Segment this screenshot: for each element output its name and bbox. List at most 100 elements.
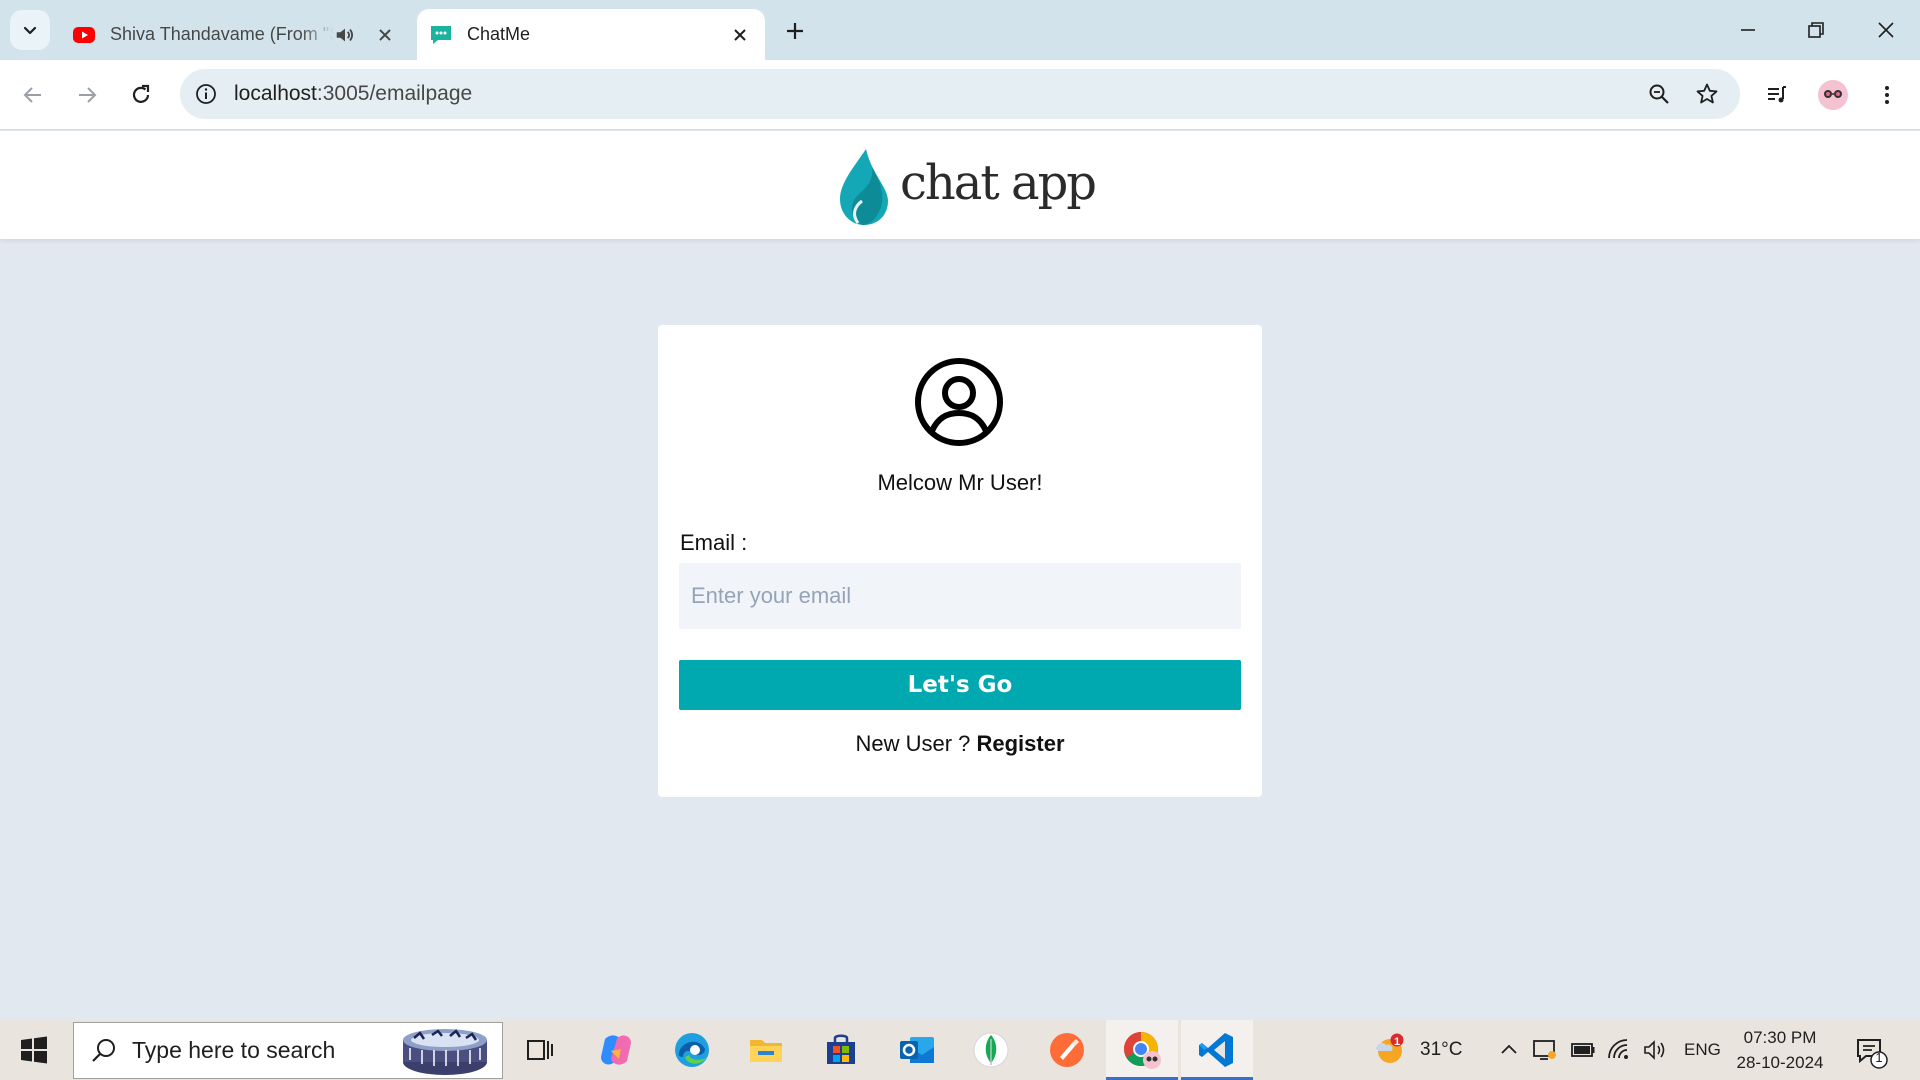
battery-icon <box>1571 1043 1595 1057</box>
playlist-music-icon <box>1768 86 1786 103</box>
battery-status[interactable] <box>1570 1020 1596 1080</box>
chevron-up-icon <box>1501 1044 1517 1054</box>
bookmark-button[interactable] <box>1692 79 1722 109</box>
chevron-down-icon <box>23 26 37 35</box>
user-circle-icon <box>915 358 1003 446</box>
task-view-icon <box>527 1040 553 1060</box>
copilot-app[interactable] <box>594 1028 638 1072</box>
windows-taskbar: Type here to search 1 31°C ENG 07:30 PM … <box>0 1020 1920 1080</box>
back-button[interactable] <box>16 78 50 112</box>
mongodb-compass-app[interactable] <box>969 1028 1013 1072</box>
profile-button[interactable] <box>1816 78 1850 112</box>
vscode-app[interactable] <box>1181 1020 1253 1080</box>
tab-chatme[interactable]: ChatMe <box>417 9 765 60</box>
speaker-icon[interactable] <box>334 24 356 46</box>
taskbar-search[interactable]: Type here to search <box>73 1022 503 1079</box>
star-icon <box>1696 83 1718 104</box>
show-hidden-icons-button[interactable] <box>1498 1020 1520 1080</box>
zoom-button[interactable] <box>1644 79 1674 109</box>
weather-badge-count: 1 <box>1393 1036 1401 1048</box>
email-field[interactable] <box>679 563 1241 629</box>
media-controls-button[interactable] <box>1760 78 1794 112</box>
app-header: chat app <box>0 131 1920 239</box>
taskbar-tray-app[interactable] <box>1532 1020 1558 1080</box>
new-user-text: New User ? <box>855 731 971 756</box>
system-clock[interactable]: 07:30 PM 28-10-2024 <box>1730 1025 1830 1075</box>
close-icon <box>1878 22 1894 38</box>
login-card: Melcow Mr User! Email : Let's Go New Use… <box>658 325 1262 797</box>
start-button[interactable] <box>14 1034 54 1066</box>
folder-icon <box>750 1040 782 1062</box>
search-placeholder: Type here to search <box>132 1037 336 1063</box>
chrome-icon <box>1124 1032 1161 1069</box>
clock-date: 28-10-2024 <box>1736 1053 1824 1072</box>
outlook-app[interactable] <box>895 1028 939 1072</box>
reload-icon <box>132 84 150 103</box>
vscode-icon <box>1199 1033 1233 1067</box>
url-path: :3005/emailpage <box>316 82 473 105</box>
forward-button[interactable] <box>70 78 104 112</box>
zoom-icon <box>1649 84 1669 104</box>
arrow-left-icon <box>23 87 41 103</box>
display-settings-icon <box>1533 1040 1556 1060</box>
edge-browser-icon <box>675 1033 709 1067</box>
chrome-app[interactable] <box>1106 1020 1178 1080</box>
email-label: Email : <box>680 530 748 555</box>
notification-center-button[interactable]: 1 <box>1854 1034 1890 1070</box>
search-highlight-image <box>403 1028 487 1075</box>
store-icon <box>827 1034 855 1064</box>
url-host: localhost <box>234 82 317 105</box>
new-tab-button[interactable] <box>780 16 810 46</box>
close-icon <box>379 28 391 41</box>
mongodb-leaf-icon <box>973 1032 1009 1068</box>
speaker-icon <box>1644 1040 1665 1060</box>
tab-title: Shiva Thandavame (From "S <box>110 24 334 44</box>
close-icon <box>734 28 746 41</box>
tab-youtube[interactable]: Shiva Thandavame (From "S <box>60 9 410 60</box>
volume-control[interactable] <box>1642 1020 1668 1080</box>
youtube-icon <box>73 26 95 43</box>
register-link[interactable]: Register <box>977 731 1065 756</box>
site-info-icon[interactable] <box>194 82 218 106</box>
minimize-button[interactable] <box>1728 12 1768 48</box>
input-language[interactable]: ENG <box>1684 1020 1721 1080</box>
logo-text: chat app <box>900 155 1097 211</box>
restore-button[interactable] <box>1796 12 1836 48</box>
postman-app[interactable] <box>1045 1028 1089 1072</box>
water-drop-logo-icon <box>840 149 888 225</box>
tab-close-button[interactable] <box>729 24 751 46</box>
edge-app[interactable] <box>670 1028 714 1072</box>
browser-toolbar: localhost:3005/emailpage <box>0 60 1920 130</box>
search-icon <box>92 1038 115 1062</box>
network-status[interactable] <box>1606 1020 1632 1080</box>
arrow-right-icon <box>79 87 97 103</box>
app-logo[interactable]: chat app <box>836 147 1097 227</box>
welcome-message: Melcow Mr User! <box>877 470 1043 495</box>
avatar <box>1818 80 1848 110</box>
clock-time: 07:30 PM <box>1743 1028 1817 1047</box>
reload-button[interactable] <box>124 78 158 112</box>
close-window-button[interactable] <box>1866 12 1906 48</box>
more-vertical-icon <box>1885 86 1889 104</box>
lets-go-button[interactable]: Let's Go <box>679 660 1241 710</box>
file-explorer-app[interactable] <box>744 1028 788 1072</box>
outlook-icon <box>900 1037 934 1063</box>
weather-temperature: 31°C <box>1420 1039 1463 1060</box>
tab-close-button[interactable] <box>374 24 396 46</box>
url-text[interactable]: localhost:3005/emailpage <box>234 82 1644 106</box>
restore-icon <box>1808 22 1824 38</box>
weather-widget[interactable]: 1 31°C <box>1372 1020 1462 1080</box>
notification-count: 1 <box>1875 1050 1883 1065</box>
browser-menu-button[interactable] <box>1870 78 1904 112</box>
minimize-icon <box>1741 29 1755 31</box>
chat-bubble-icon <box>431 25 451 44</box>
tab-search-button[interactable] <box>10 10 50 50</box>
address-bar[interactable]: localhost:3005/emailpage <box>180 69 1740 119</box>
browser-tabstrip: Shiva Thandavame (From "S ChatMe <box>0 0 1920 60</box>
windows-logo-icon <box>21 1036 47 1064</box>
copilot-icon <box>601 1035 631 1065</box>
register-prompt: New User ? Register <box>658 731 1262 757</box>
microsoft-store-app[interactable] <box>819 1028 863 1072</box>
plus-icon <box>787 23 803 39</box>
task-view-button[interactable] <box>518 1028 562 1072</box>
